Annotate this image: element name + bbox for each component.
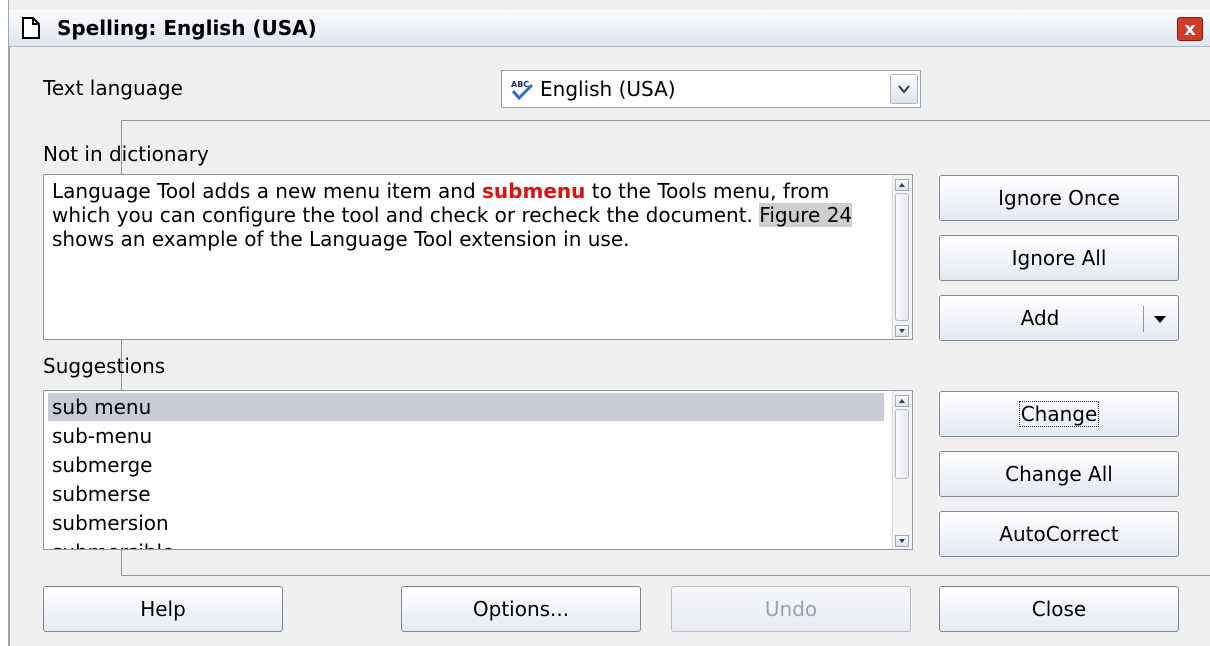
- close-window-button[interactable]: x: [1177, 17, 1203, 41]
- title-bar: Spelling: English (USA) x: [9, 10, 1210, 47]
- suggestions-list[interactable]: sub menu sub-menu submerge submerse subm…: [43, 390, 913, 550]
- list-item[interactable]: submerse: [48, 480, 884, 508]
- text-language-value: English (USA): [540, 77, 676, 101]
- list-item[interactable]: submersion: [48, 509, 884, 537]
- scroll-down-arrow-icon[interactable]: [895, 535, 909, 547]
- suggestions-scrollbar[interactable]: [892, 391, 912, 549]
- scroll-thumb[interactable]: [895, 193, 909, 321]
- not-in-dictionary-label: Not in dictionary: [43, 142, 209, 166]
- list-item[interactable]: submersible: [48, 538, 884, 549]
- add-button-label: Add: [1020, 306, 1060, 330]
- chevron-down-icon[interactable]: [890, 74, 918, 104]
- close-button[interactable]: Close: [939, 586, 1179, 632]
- sentence-text[interactable]: Language Tool adds a new menu item and s…: [52, 179, 888, 251]
- change-button[interactable]: Change: [939, 391, 1179, 437]
- text-language-select[interactable]: ABC English (USA): [501, 70, 921, 108]
- list-item[interactable]: submerge: [48, 451, 884, 479]
- text-segment: shows an example of the Language Tool ex…: [52, 227, 630, 251]
- chevron-down-icon[interactable]: [1154, 316, 1166, 323]
- autocorrect-button[interactable]: AutoCorrect: [939, 511, 1179, 557]
- scroll-up-arrow-icon[interactable]: [895, 395, 909, 407]
- textbox-scrollbar[interactable]: [892, 175, 912, 339]
- add-button[interactable]: Add: [939, 295, 1179, 341]
- ignore-all-button[interactable]: Ignore All: [939, 235, 1179, 281]
- window-title: Spelling: English (USA): [57, 16, 317, 40]
- not-in-dictionary-textbox[interactable]: Language Tool adds a new menu item and s…: [43, 174, 913, 340]
- scroll-down-arrow-icon[interactable]: [895, 325, 909, 337]
- document-icon: [22, 17, 40, 39]
- list-item[interactable]: sub menu: [48, 393, 884, 421]
- scroll-thumb[interactable]: [895, 409, 909, 479]
- list-item[interactable]: sub-menu: [48, 422, 884, 450]
- window-border: [9, 46, 10, 646]
- undo-button[interactable]: Undo: [671, 586, 911, 632]
- split-divider: [1143, 306, 1144, 332]
- options-button[interactable]: Options...: [401, 586, 641, 632]
- scroll-up-arrow-icon[interactable]: [895, 179, 909, 191]
- change-button-label: Change: [1018, 401, 1100, 427]
- suggestions-label: Suggestions: [43, 354, 166, 378]
- text-language-label: Text language: [43, 76, 183, 100]
- ignore-once-button[interactable]: Ignore Once: [939, 175, 1179, 221]
- change-all-button[interactable]: Change All: [939, 451, 1179, 497]
- svg-text:ABC: ABC: [511, 80, 529, 89]
- help-button[interactable]: Help: [43, 586, 283, 632]
- field-highlight: Figure 24: [759, 203, 853, 227]
- spelling-dialog: Spelling: English (USA) x Text language …: [8, 0, 1210, 646]
- text-segment: Language Tool adds a new menu item and: [52, 179, 483, 203]
- spellcheck-icon: ABC: [511, 80, 534, 101]
- misspelled-word: submenu: [482, 179, 586, 203]
